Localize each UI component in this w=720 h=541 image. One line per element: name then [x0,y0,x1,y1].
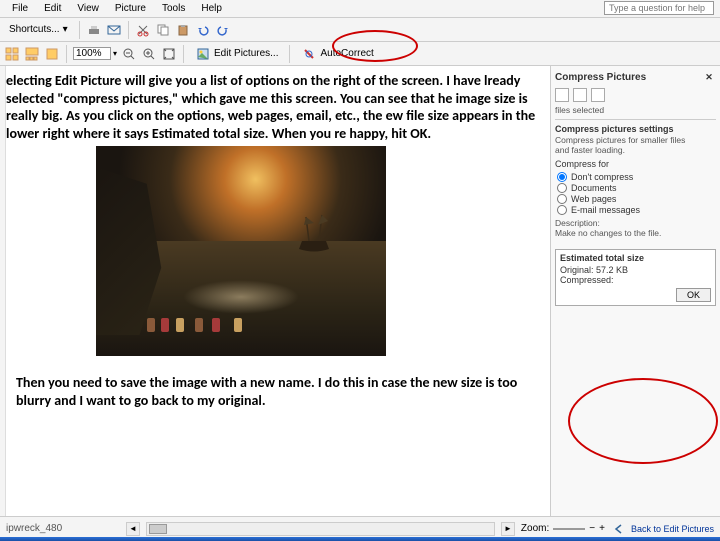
edit-pictures-button[interactable]: Edit Pictures... [190,44,283,64]
menu-picture[interactable]: Picture [107,3,154,14]
toolbar-separator [289,45,290,63]
windows-taskbar [0,537,720,541]
fit-icon[interactable] [161,46,177,62]
settings-heading: Compress pictures settings [555,124,716,134]
copy-icon[interactable] [155,22,171,38]
files-selected-text: files selected [555,106,716,116]
print-icon[interactable] [86,22,102,38]
back-icon [611,521,627,537]
menu-view[interactable]: View [69,3,107,14]
instruction-paragraph-1: electing Edit Picture will give you a li… [6,72,542,142]
est-title: Estimated total size [560,253,711,263]
scroll-left-arrow[interactable]: ◄ [126,522,140,536]
taskpane-title: Compress Pictures [555,72,646,83]
help-question-input[interactable] [604,1,714,15]
toolbar-separator [128,21,129,39]
status-filename: ipwreck_480 [6,523,126,534]
scroll-right-arrow[interactable]: ► [501,522,515,536]
radio-label: Don't compress [571,172,633,182]
est-original-value: 57.2 KB [596,265,628,275]
zoom-input[interactable] [73,47,111,60]
menubar: File Edit View Picture Tools Help [0,0,720,18]
autocorrect-button[interactable]: AutoCorrect [296,44,378,64]
shortcuts-label: Shortcuts... [9,24,60,35]
status-zoom-label: Zoom: [521,523,549,534]
status-zoom-value[interactable] [553,528,585,530]
radio-documents-input[interactable] [557,183,567,193]
toolbar-shortcuts: Shortcuts... ▾ [0,18,720,42]
autocorrect-icon [301,46,317,62]
zoom-out-icon[interactable]: − [589,523,595,534]
description-text: Make no changes to the file. [555,229,716,239]
toolbar-separator [183,45,184,63]
toolbar-main: ▾ Edit Pictures... AutoCorrect [0,42,720,66]
est-original-label: Original: [560,265,594,275]
menu-edit[interactable]: Edit [36,3,69,14]
close-icon[interactable]: ✕ [702,70,716,84]
document-pane: electing Edit Picture will give you a li… [6,66,550,516]
est-compressed-row: Compressed: [560,275,711,285]
menu-file[interactable]: File [4,3,36,14]
menu-help[interactable]: Help [193,3,230,14]
radio-web-pages[interactable]: Web pages [557,194,716,204]
zoom-in-icon[interactable]: + [599,523,605,534]
radio-dont-compress-input[interactable] [557,172,567,182]
home-icon[interactable] [591,88,605,102]
compress-radio-group: Don't compress Documents Web pages E-mai… [557,172,716,215]
toolbar-separator [66,45,67,63]
ok-button[interactable]: OK [676,288,711,302]
chevron-down-icon: ▾ [63,24,68,35]
main-area: electing Edit Picture will give you a li… [0,66,720,516]
est-compressed-label: Compressed: [560,275,614,285]
est-original-row: Original: 57.2 KB [560,265,711,275]
radio-email-input[interactable] [557,205,567,215]
cut-icon[interactable] [135,22,151,38]
zoom-in-icon[interactable] [141,46,157,62]
shortcuts-button[interactable]: Shortcuts... ▾ [4,22,73,37]
radio-dont-compress[interactable]: Don't compress [557,172,716,182]
chevron-down-icon[interactable]: ▾ [113,49,117,58]
filmstrip-view-icon[interactable] [24,46,40,62]
taskpane-nav [555,88,716,102]
scrollbar-thumb[interactable] [149,524,167,534]
instruction-paragraph-2: Then you need to save the image with a n… [16,374,536,409]
autocorrect-label: AutoCorrect [320,48,373,59]
back-label: Back to Edit Pictures [631,524,714,534]
thumbnail-view-icon[interactable] [4,46,20,62]
status-zoom: Zoom: − + [521,523,605,534]
radio-documents[interactable]: Documents [557,183,716,193]
undo-icon[interactable] [195,22,211,38]
toolbar-separator [79,21,80,39]
single-view-icon[interactable] [44,46,60,62]
paste-icon[interactable] [175,22,191,38]
zoom-out-icon[interactable] [121,46,137,62]
estimated-size-box: Estimated total size Original: 57.2 KB C… [555,249,716,306]
radio-label: Web pages [571,194,616,204]
back-icon[interactable] [555,88,569,102]
radio-web-pages-input[interactable] [557,194,567,204]
edit-pictures-label: Edit Pictures... [214,48,278,59]
radio-label: Documents [571,183,617,193]
radio-email[interactable]: E-mail messages [557,205,716,215]
back-to-edit-link[interactable]: Back to Edit Pictures [611,521,714,537]
edit-pictures-icon [195,46,211,62]
annotation-circle-estimated-size [568,378,718,464]
sample-image-shipwreck[interactable] [96,146,386,356]
forward-icon[interactable] [573,88,587,102]
mail-icon[interactable] [106,22,122,38]
compress-for-label: Compress for [555,159,716,169]
horizontal-scrollbar[interactable] [146,522,495,536]
task-pane-compress: Compress Pictures ✕ files selected Compr… [550,66,720,516]
redo-icon[interactable] [215,22,231,38]
zoom-control: ▾ [73,47,117,60]
radio-label: E-mail messages [571,205,640,215]
settings-desc-2: and faster loading. [555,146,716,156]
menu-tools[interactable]: Tools [154,3,193,14]
